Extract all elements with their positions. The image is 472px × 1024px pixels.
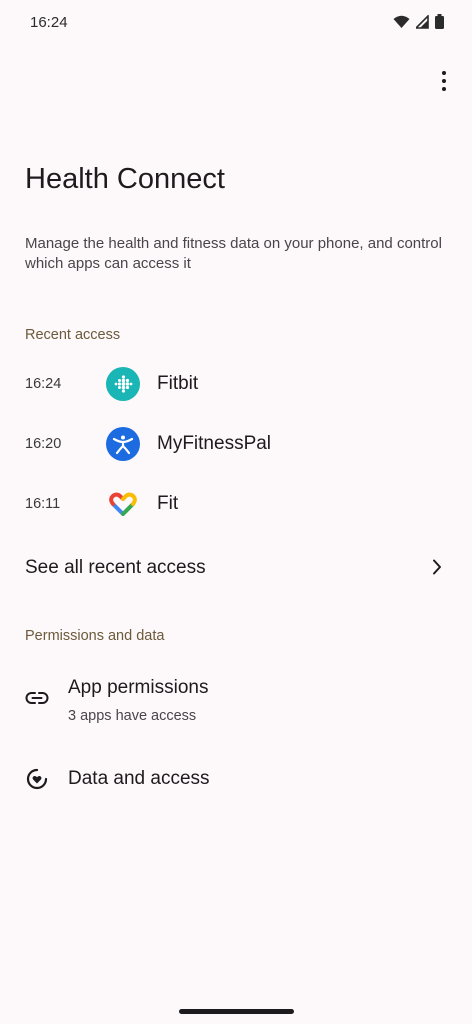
cell-signal-icon xyxy=(414,13,429,34)
section-header-recent-access: Recent access xyxy=(25,327,121,343)
myfitnesspal-icon xyxy=(106,427,140,461)
recent-access-item-fitbit[interactable]: 16:24 Fitbit xyxy=(0,356,472,412)
access-time: 16:20 xyxy=(25,436,62,452)
see-all-label: See all recent access xyxy=(25,557,206,578)
see-all-recent-access-button[interactable]: See all recent access xyxy=(0,546,472,590)
menu-dot xyxy=(442,79,446,83)
page-description: Manage the health and fitness data on yo… xyxy=(25,235,442,272)
heart-circle-icon xyxy=(25,767,49,796)
app-permissions-item[interactable]: App permissions 3 apps have access xyxy=(0,662,472,734)
menu-dot xyxy=(442,71,446,75)
more-vert-icon[interactable] xyxy=(430,66,458,96)
status-time: 16:24 xyxy=(30,14,68,31)
google-fit-icon xyxy=(106,487,140,521)
menu-subtitle: 3 apps have access xyxy=(68,708,197,724)
fitbit-icon xyxy=(106,367,140,401)
recent-access-item-myfitnesspal[interactable]: 16:20 MyFitnessPal xyxy=(0,416,472,472)
app-name: MyFitnessPal xyxy=(157,433,272,454)
wifi-icon xyxy=(393,15,410,34)
app-name: Fitbit xyxy=(157,373,199,394)
app-name: Fit xyxy=(157,493,179,514)
access-time: 16:24 xyxy=(25,376,62,392)
menu-title: App permissions xyxy=(68,677,209,698)
navigation-handle[interactable] xyxy=(179,1009,294,1014)
link-icon xyxy=(25,691,49,710)
data-and-access-item[interactable]: Data and access xyxy=(0,754,472,804)
chevron-right-icon xyxy=(432,559,442,580)
battery-icon xyxy=(435,14,444,34)
access-time: 16:11 xyxy=(25,496,61,512)
status-icons xyxy=(393,13,444,34)
status-bar: 16:24 xyxy=(0,0,472,46)
menu-dot xyxy=(442,87,446,91)
page-title: Health Connect xyxy=(25,163,225,195)
recent-access-item-fit[interactable]: 16:11 Fit xyxy=(0,476,472,532)
menu-title: Data and access xyxy=(68,768,210,789)
section-header-permissions: Permissions and data xyxy=(25,628,165,644)
